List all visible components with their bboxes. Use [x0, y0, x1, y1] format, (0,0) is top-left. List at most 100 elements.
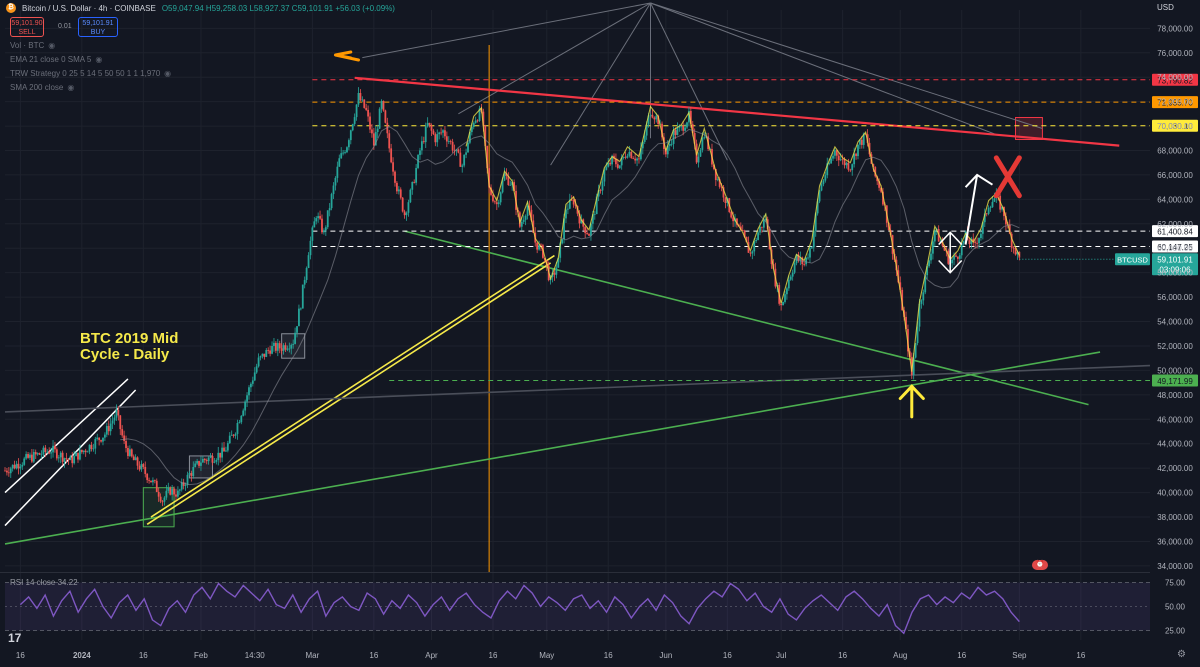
indicator-legend-volume[interactable]: Vol · BTC ◉	[10, 41, 55, 50]
eye-icon[interactable]: ◉	[48, 41, 55, 50]
candle-body	[363, 99, 366, 108]
candle-body	[430, 125, 433, 131]
candle-body	[315, 218, 318, 222]
candle-body	[73, 456, 76, 464]
candle-body	[420, 141, 423, 151]
eye-icon[interactable]: ◉	[67, 83, 74, 92]
candle-body	[57, 457, 60, 459]
candle-body	[432, 130, 435, 135]
candle-body	[365, 107, 368, 110]
candle-body	[436, 134, 439, 143]
candle-body	[958, 255, 961, 259]
candle-body	[226, 443, 229, 451]
time-tick-label: 16	[16, 651, 25, 660]
time-tick-label: 14:30	[245, 651, 266, 660]
candle-body	[273, 342, 275, 347]
candle-body	[839, 159, 842, 161]
candle-body	[447, 141, 450, 142]
candle-body	[242, 410, 245, 416]
sell-price: 59,101.90	[11, 20, 43, 27]
time-tick-label: 16	[957, 651, 966, 660]
candle-body	[922, 292, 925, 301]
symbol-title[interactable]: Bitcoin / U.S. Dollar · 4h · COINBASE	[22, 4, 156, 13]
candle-body	[396, 182, 398, 192]
candle-body	[240, 415, 243, 423]
candle-body	[55, 449, 58, 459]
indicator-legend-sma[interactable]: SMA 200 close ◉	[10, 83, 74, 92]
candle-body	[451, 141, 454, 151]
indicator-legend-ema[interactable]: EMA 21 close 0 SMA 5 ◉	[10, 55, 102, 64]
buy-button[interactable]: 59,101.91 BUY	[78, 17, 118, 37]
candle-body	[211, 455, 214, 463]
candle-body	[955, 255, 957, 257]
candle-body	[932, 241, 934, 254]
candle-body	[616, 164, 619, 168]
candle-body	[299, 308, 302, 310]
candle-body	[305, 268, 308, 280]
candle-body	[221, 447, 223, 458]
candle-body	[649, 114, 652, 116]
candle-body	[346, 147, 348, 153]
candle-body	[298, 308, 300, 327]
candle-body	[52, 445, 54, 453]
settings-gear-icon[interactable]: ⚙	[1177, 649, 1186, 660]
candle-body	[146, 473, 149, 481]
candle-body	[288, 348, 291, 350]
price-axis[interactable]: 34,000.00 36,000.00 38,000.00 40,000.00 42,0…	[1157, 24, 1193, 571]
candle-body	[209, 455, 212, 458]
candle-body	[324, 227, 327, 231]
rsi-legend[interactable]: RSI 14 close 34.22	[10, 578, 78, 587]
price-tick-label: 68,000.00	[1157, 147, 1193, 156]
candle-body	[1012, 247, 1015, 249]
eye-icon[interactable]: ◉	[95, 55, 102, 64]
candle-body	[520, 221, 523, 227]
candle-body	[472, 122, 475, 128]
candle-body	[59, 452, 62, 458]
candle-body	[561, 239, 564, 244]
candle-body	[757, 232, 759, 240]
currency-label[interactable]: USD	[1157, 3, 1174, 12]
candle-body	[321, 218, 323, 233]
indicator-legend-trw[interactable]: TRW Strategy 0 25 5 14 5 50 50 1 1 1,970…	[10, 69, 171, 78]
candle-body	[566, 208, 569, 210]
candle-body	[230, 434, 233, 436]
sell-label: SELL	[18, 29, 36, 36]
candle-body	[117, 410, 120, 416]
price-tick-label: 62,000.00	[1157, 220, 1193, 229]
time-tick-label: 16	[723, 651, 732, 660]
price-chart[interactable]: 73,790.8271,955.7070,030.1061,400.8460,1…	[0, 0, 1200, 667]
candle-body	[142, 464, 145, 467]
candle-body	[123, 435, 126, 441]
sell-button[interactable]: 59,101.90 SELL	[10, 17, 44, 37]
candle-body	[843, 159, 846, 166]
candle-body	[86, 451, 89, 453]
buy-label: BUY	[90, 29, 106, 36]
candle-body	[586, 233, 589, 234]
candle-body	[438, 132, 441, 135]
candle-body	[780, 303, 783, 306]
candle-body	[355, 104, 358, 118]
candle-body	[201, 458, 204, 463]
candle-body	[173, 488, 175, 495]
alert-icon[interactable]: ⏰	[1032, 560, 1048, 570]
ohlc-open: O59,047.94	[161, 3, 204, 13]
candle-body	[601, 181, 604, 191]
candle-body	[13, 464, 16, 469]
candle-body	[465, 152, 467, 155]
candle-body	[102, 437, 104, 442]
eye-icon[interactable]: ◉	[164, 69, 171, 78]
rsi-pane: 25.00 50.00 75.00	[5, 579, 1186, 635]
candle-body	[238, 422, 241, 423]
candle-body	[4, 470, 6, 472]
candle-body	[171, 488, 174, 495]
candle-body	[716, 179, 719, 181]
candle-body	[98, 437, 101, 441]
candle-body	[194, 463, 197, 467]
candle-body	[121, 429, 124, 436]
candle-body	[987, 207, 990, 214]
price-tick-label: 64,000.00	[1157, 195, 1193, 204]
candle-body	[422, 141, 425, 143]
candle-body	[397, 189, 400, 192]
candle-body	[407, 202, 410, 213]
candle-body	[369, 116, 371, 130]
